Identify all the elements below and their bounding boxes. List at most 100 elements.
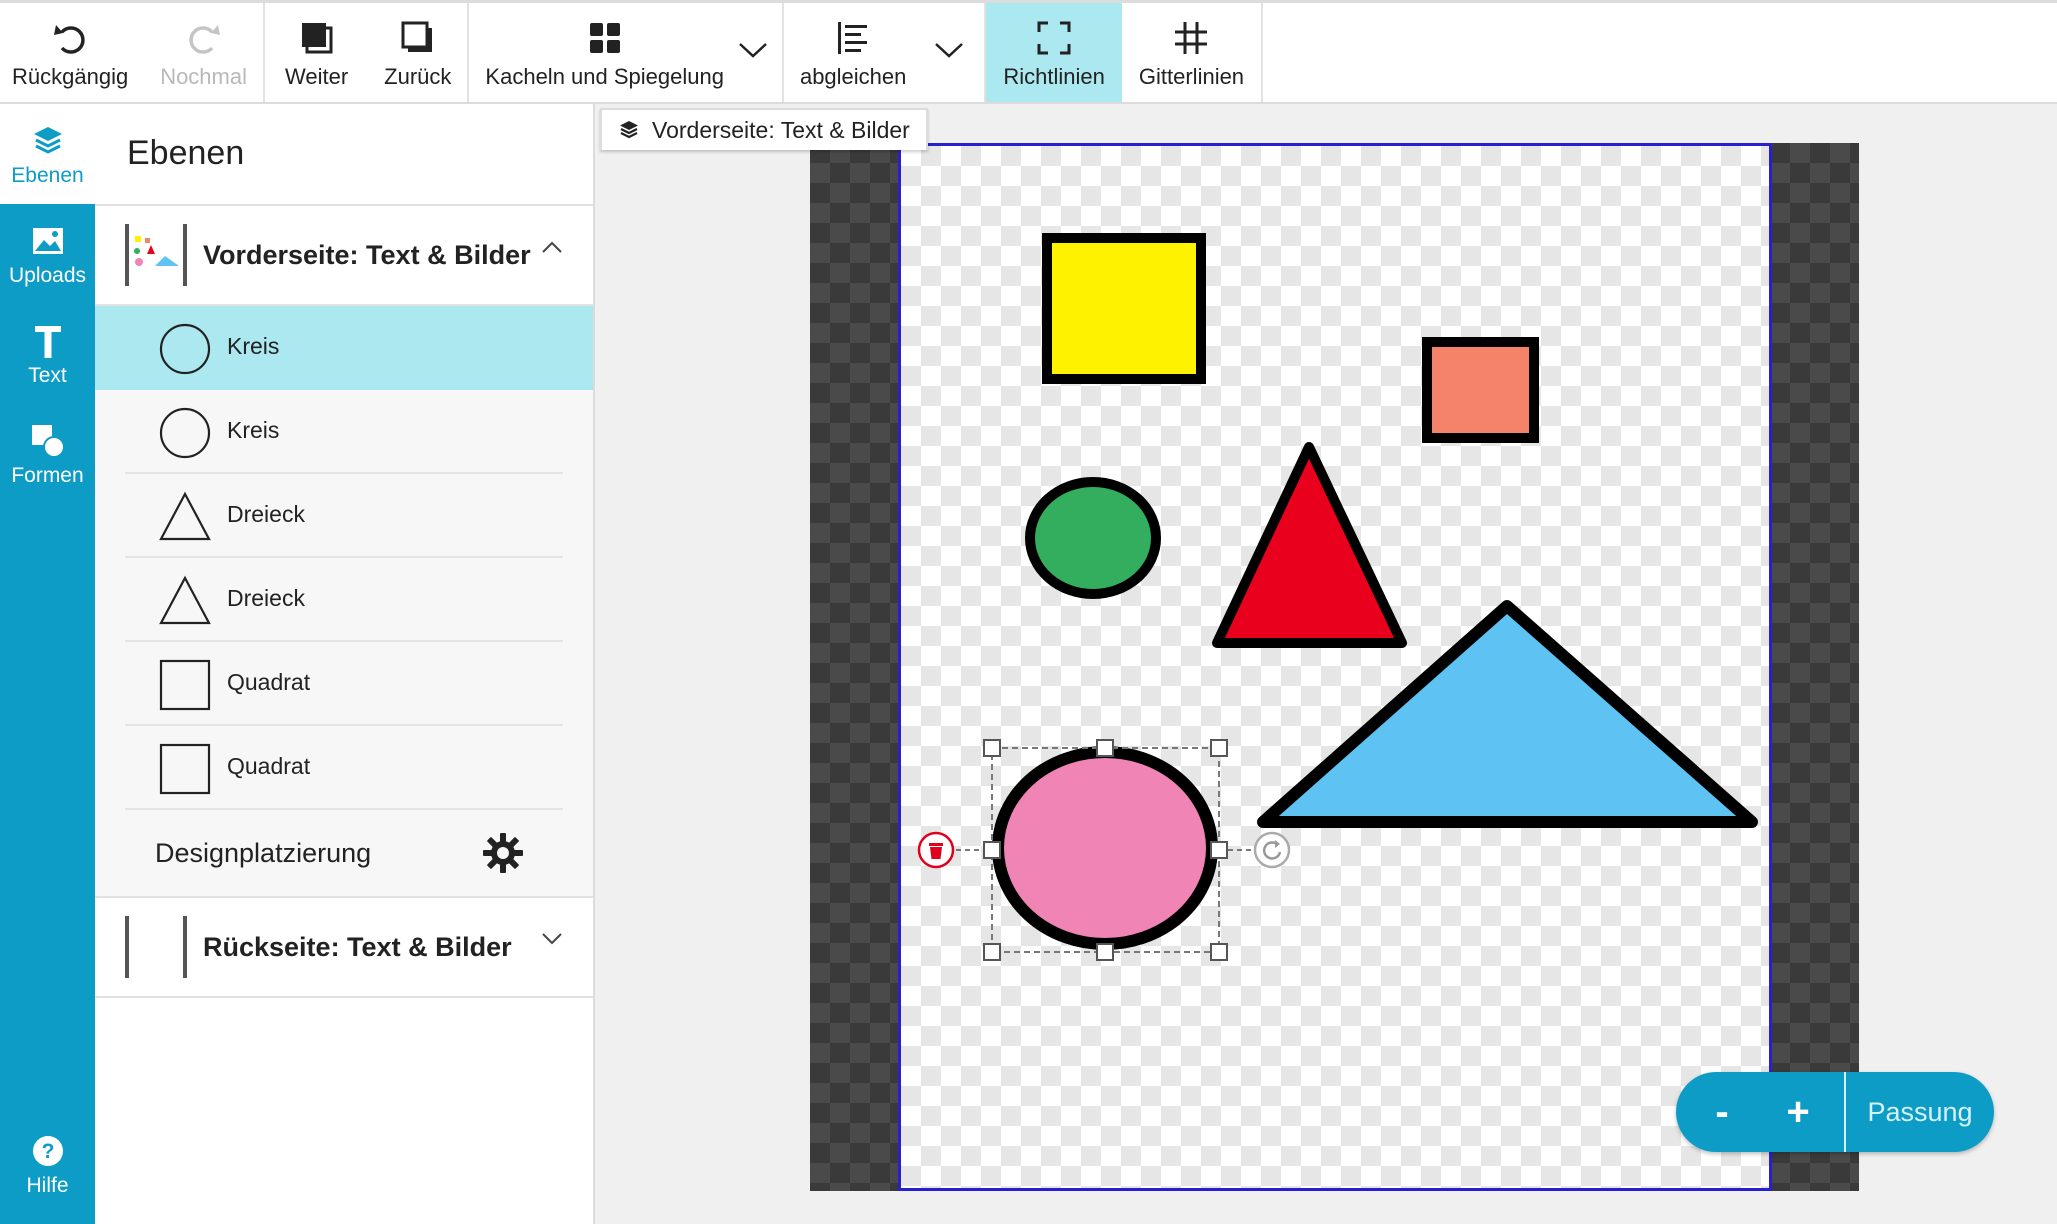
arrange-group: Weiter Zurück	[265, 3, 470, 102]
resize-handle-e[interactable]	[1210, 841, 1228, 859]
redo-label: Nochmal	[160, 63, 247, 89]
svg-text:?: ?	[41, 1140, 54, 1163]
align-dropdown-toggle[interactable]	[914, 3, 984, 102]
tiles-dropdown-toggle[interactable]	[724, 3, 782, 102]
shape-pink-circle[interactable]	[992, 746, 1218, 950]
layer-label: Dreieck	[227, 501, 305, 527]
shape-green-circle[interactable]	[1025, 477, 1161, 599]
canvas-side-label: Vorderseite: Text & Bilder	[600, 108, 928, 150]
help-icon: ?	[31, 1130, 65, 1172]
canvas-shapes	[917, 233, 1758, 961]
design-placement-row: Designplatzierung	[95, 810, 593, 898]
shapes-icon	[29, 420, 67, 462]
nav-item-layers[interactable]: Ebenen	[0, 104, 95, 204]
resize-handle-se[interactable]	[1210, 943, 1228, 961]
group-front[interactable]: Vorderseite: Text & Bilder	[95, 206, 593, 304]
group-back[interactable]: Rückseite: Text & Bilder	[95, 898, 593, 996]
layer-label: Quadrat	[227, 669, 311, 695]
resize-handle-ne[interactable]	[1210, 739, 1228, 757]
resize-handle-n[interactable]	[1096, 739, 1114, 757]
layer-row[interactable]: Kreis	[95, 306, 593, 390]
delete-handle[interactable]	[917, 831, 955, 869]
divider	[95, 996, 593, 998]
redo-icon	[184, 16, 224, 60]
nav-item-text[interactable]: Text	[0, 304, 95, 404]
circle-icon	[159, 323, 211, 375]
undo-button[interactable]: Rückgängig	[0, 3, 140, 102]
nav-item-uploads[interactable]: Uploads	[0, 204, 95, 304]
nav-item-shapes[interactable]: Formen	[0, 404, 95, 504]
forward-button[interactable]: Weiter	[265, 3, 368, 102]
group-front-thumbnail	[125, 224, 187, 286]
shape-red-triangle[interactable]	[1212, 442, 1407, 648]
shape-yellow-square[interactable]	[1042, 233, 1206, 384]
group-back-title: Rückseite: Text & Bilder	[203, 931, 512, 962]
resize-handle-nw[interactable]	[983, 739, 1001, 757]
triangle-icon	[159, 575, 211, 625]
layers-panel: Ebenen Vorderseite: Text & Bilder Kreis …	[95, 104, 595, 1224]
zoom-control: - + Passung	[1676, 1072, 1994, 1152]
triangle-icon	[159, 491, 211, 541]
square-icon	[159, 659, 211, 711]
resize-handle-w[interactable]	[983, 841, 1001, 859]
chevron-up-icon[interactable]	[541, 240, 563, 259]
align-group: abgleichen	[784, 3, 987, 102]
layer-row[interactable]: Kreis	[95, 390, 593, 474]
gear-icon[interactable]	[480, 830, 526, 876]
layer-row[interactable]: Quadrat	[95, 642, 593, 726]
align-button[interactable]: abgleichen	[784, 3, 914, 102]
layer-row[interactable]: Dreieck	[95, 558, 593, 642]
history-group: Rückgängig Nochmal	[0, 3, 265, 102]
rotate-handle[interactable]	[1253, 831, 1291, 869]
view-group: Richtlinien Gitterlinien	[986, 3, 1264, 102]
guides-button[interactable]: Richtlinien	[986, 3, 1122, 102]
layers-icon	[618, 119, 640, 141]
canvas-side-label-text: Vorderseite: Text & Bilder	[652, 116, 910, 143]
back-label: Zurück	[384, 63, 452, 89]
design-canvas[interactable]	[810, 143, 1859, 1191]
grid-icon	[1173, 16, 1209, 60]
guides-label: Richtlinien	[1003, 63, 1105, 89]
send-backward-icon	[400, 16, 436, 60]
resize-handle-s[interactable]	[1096, 943, 1114, 961]
zoom-fit-button[interactable]: Passung	[1846, 1097, 1994, 1128]
zoom-in-button[interactable]: +	[1760, 1072, 1836, 1152]
nav-help-label: Hilfe	[26, 1174, 69, 1197]
nav-item-help[interactable]: ? Hilfe	[0, 1114, 95, 1214]
divider	[1844, 1072, 1846, 1152]
tiles-label: Kacheln und Spiegelung	[485, 63, 724, 89]
chevron-down-icon[interactable]	[541, 932, 563, 951]
nav-layers-label: Ebenen	[11, 164, 84, 187]
layer-label: Kreis	[227, 417, 280, 443]
layer-label: Quadrat	[227, 753, 311, 779]
nav-shapes-label: Formen	[11, 464, 84, 487]
layers-icon	[31, 120, 65, 162]
tiles-group: Kacheln und Spiegelung	[469, 3, 784, 102]
grid-button[interactable]: Gitterlinien	[1122, 3, 1261, 102]
nav-text-label: Text	[28, 364, 67, 387]
tiles-icon	[588, 16, 622, 60]
resize-handle-sw[interactable]	[983, 943, 1001, 961]
left-nav: Ebenen Uploads Text Formen ? Hilfe	[0, 104, 95, 1224]
back-button[interactable]: Zurück	[368, 3, 467, 102]
chevron-down-icon	[934, 41, 964, 64]
grid-label: Gitterlinien	[1138, 63, 1245, 89]
layer-row[interactable]: Dreieck	[95, 474, 593, 558]
panel-title: Ebenen	[127, 134, 245, 172]
layer-label: Dreieck	[227, 585, 305, 611]
undo-label: Rückgängig	[12, 63, 129, 89]
design-placement-label: Designplatzierung	[155, 838, 372, 868]
redo-button[interactable]: Nochmal	[140, 3, 263, 102]
tiles-button[interactable]: Kacheln und Spiegelung	[469, 3, 724, 102]
layer-label: Kreis	[227, 333, 280, 359]
nav-uploads-label: Uploads	[8, 264, 87, 287]
text-icon	[31, 320, 65, 362]
forward-label: Weiter	[285, 63, 349, 89]
shape-salmon-square[interactable]	[1422, 337, 1539, 443]
toolbar: Rückgängig Nochmal Weiter Zurück Kacheln…	[0, 0, 2057, 104]
zoom-out-button[interactable]: -	[1684, 1072, 1760, 1152]
layer-row[interactable]: Quadrat	[95, 726, 593, 810]
image-icon	[31, 220, 65, 262]
circle-icon	[159, 407, 211, 459]
align-left-icon	[835, 16, 871, 60]
